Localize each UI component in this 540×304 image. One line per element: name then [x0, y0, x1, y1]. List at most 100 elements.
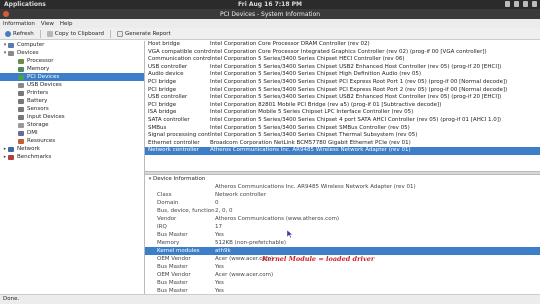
device-row[interactable]: USB controller Intel Corporation 5 Series…	[145, 64, 540, 72]
detail-value: ath9k	[215, 248, 231, 254]
detail-row[interactable]: Bus Master Yes	[145, 263, 540, 271]
refresh-button[interactable]: Refresh	[2, 30, 37, 37]
sidebar-item-label: Processor	[27, 58, 54, 64]
detail-row[interactable]: Bus Master Yes	[145, 279, 540, 287]
sidebar-item-label: Resources	[27, 138, 56, 144]
device-name: Intel Corporation Core Processor Integra…	[210, 48, 487, 55]
sidebar-item-resources[interactable]: Resources	[0, 137, 144, 145]
device-row[interactable]: VGA compatible controllerIntel Corporati…	[145, 49, 540, 57]
sidebar-item-usb-devices[interactable]: USB Devices	[0, 81, 144, 89]
device-name: Intel Corporation Core Processor DRAM Co…	[210, 41, 370, 47]
device-row[interactable]: PCI bridge Intel Corporation 5 Series/340…	[145, 79, 540, 87]
detail-value: 2, 0, 0	[215, 208, 233, 214]
device-row[interactable]: Host bridge Intel Corporation Core Proces…	[145, 41, 540, 49]
sidebar-item-label: PCI Devices	[27, 74, 60, 80]
sidebar-item-input-devices[interactable]: Input Devices	[0, 113, 144, 121]
detail-row[interactable]: Kernel modules ath9k	[145, 247, 540, 255]
mouse-cursor-icon	[287, 230, 293, 238]
sidebar-item-sensors[interactable]: Sensors	[0, 105, 144, 113]
sidebar-item-pci-devices[interactable]: PCI Devices	[0, 73, 144, 81]
sidebar-item-label: Sensors	[27, 106, 49, 112]
sidebar-item-label: Computer	[17, 42, 45, 48]
detail-row[interactable]: Memory 512KB (non-prefetchable)	[145, 239, 540, 247]
sidebar-item-memory[interactable]: Memory	[0, 65, 144, 73]
sidebar-item-dmi[interactable]: DMI	[0, 129, 144, 137]
detail-key: Memory	[157, 240, 180, 246]
menu-view[interactable]: View	[41, 21, 54, 27]
power-tray-icon[interactable]	[532, 1, 537, 7]
device-type: Ethernet controller	[148, 139, 200, 146]
sidebar-item-network[interactable]: ▸ Network	[0, 145, 144, 153]
device-type: VGA compatible controller	[148, 48, 210, 55]
clock[interactable]: Fri Aug 16 7:18 PM	[0, 1, 540, 8]
detail-key: Domain	[157, 200, 179, 206]
copy-to-clipboard-button[interactable]: Copy to Clipboard	[44, 30, 107, 37]
detail-row[interactable]: Bus Master Yes	[145, 287, 540, 294]
detail-key: Vendor	[157, 216, 177, 222]
device-row[interactable]: USB controller Intel Corporation 5 Series…	[145, 94, 540, 102]
detail-row[interactable]: IRQ 17	[145, 223, 540, 231]
device-row[interactable]: SMBus Intel Corporation 5 Series/3400 Ser…	[145, 125, 540, 133]
detail-row[interactable]: OEM Vendor Acer (www.acer.com)	[145, 271, 540, 279]
device-name: Intel Corporation 5 Series/3400 Series C…	[210, 124, 410, 131]
detail-value: 512KB (non-prefetchable)	[215, 240, 287, 246]
device-row[interactable]: Audio device Intel Corporation 5 Series/3…	[145, 71, 540, 79]
toolbar: Refresh Copy to Clipboard Generate Repor…	[0, 28, 540, 40]
sensors-icon	[18, 106, 24, 112]
sidebar-item-printers[interactable]: Printers	[0, 89, 144, 97]
device-type: PCI bridge	[148, 78, 177, 85]
detail-row[interactable]: Vendor Atheros Communications (www.athero…	[145, 215, 540, 223]
details-header[interactable]: ▾ Device Information	[145, 175, 540, 183]
menu-help[interactable]: Help	[60, 21, 73, 27]
device-type: USB controller	[148, 63, 188, 70]
generate-report-button[interactable]: Generate Report	[114, 30, 174, 37]
detail-row[interactable]: Atheros Communications Inc. AR9485 Wirel…	[145, 183, 540, 191]
window-titlebar: PCI Devices - System Information	[0, 9, 540, 19]
device-type: ISA bridge	[148, 109, 177, 116]
sidebar-item-devices[interactable]: ▾ Devices	[0, 49, 144, 57]
device-name: Intel Corporation 5 Series/3400 Series C…	[210, 86, 508, 93]
menu-information[interactable]: Information	[3, 21, 35, 27]
detail-row[interactable]: Domain 0	[145, 199, 540, 207]
device-row[interactable]: ISA bridge Intel Corporation Mobile 5 Ser…	[145, 109, 540, 117]
device-details: ▾ Device Information Atheros Communicati…	[145, 175, 540, 294]
battery-tray-icon[interactable]	[523, 1, 528, 7]
toolbar-separator	[110, 29, 112, 38]
detail-row[interactable]: Class Network controller	[145, 191, 540, 199]
close-window-icon[interactable]	[3, 11, 9, 17]
sidebar-item-battery[interactable]: Battery	[0, 97, 144, 105]
detail-key: Bus Master	[157, 264, 188, 270]
detail-key: Class	[157, 192, 172, 198]
device-row[interactable]: Ethernet controller Broadcom Corporation …	[145, 140, 540, 148]
storage-icon	[18, 122, 24, 128]
volume-tray-icon[interactable]	[514, 1, 519, 7]
detail-value: Atheros Communications (www.atheros.com)	[215, 216, 340, 222]
sidebar-item-processor[interactable]: Processor	[0, 57, 144, 65]
menu-bar: Information View Help	[0, 19, 540, 28]
sidebar-item-label: Input Devices	[27, 114, 65, 120]
sidebar-tree: ▾ Computer ▾ Devices Processor Memory PCI Devi…	[0, 41, 145, 294]
detail-row[interactable]: Bus Master Yes	[145, 231, 540, 239]
sidebar-item-computer[interactable]: ▾ Computer	[0, 41, 144, 49]
device-type: Signal processing controller	[148, 132, 210, 139]
device-row[interactable]: Signal processing controllerIntel Corpor…	[145, 132, 540, 140]
sidebar-item-storage[interactable]: Storage	[0, 121, 144, 129]
device-row[interactable]: Communication controllerIntel Corporatio…	[145, 56, 540, 64]
device-row[interactable]: SATA controller Intel Corporation 5 Serie…	[145, 117, 540, 125]
network-tray-icon[interactable]	[505, 1, 510, 7]
detail-value: Yes	[215, 264, 224, 270]
detail-row[interactable]: Bus, device, function 2, 0, 0	[145, 207, 540, 215]
detail-value: Acer (www.acer.com)	[215, 272, 274, 278]
report-icon	[117, 30, 124, 37]
clipboard-icon	[46, 30, 53, 37]
device-type: Communication controller	[148, 56, 210, 63]
sidebar-item-benchmarks[interactable]: ▸ Benchmarks	[0, 153, 144, 161]
device-name: Intel Corporation 5 Series/3400 Series C…	[210, 94, 502, 101]
device-type: SATA controller	[148, 116, 190, 123]
device-row[interactable]: PCI bridge Intel Corporation 82801 Mobile…	[145, 102, 540, 110]
detail-key	[145, 183, 215, 191]
benchmarks-icon	[8, 154, 14, 160]
detail-value: Yes	[215, 280, 224, 286]
device-row[interactable]: Network controller Atheros Communications…	[145, 147, 540, 155]
device-row[interactable]: PCI bridge Intel Corporation 5 Series/340…	[145, 87, 540, 95]
